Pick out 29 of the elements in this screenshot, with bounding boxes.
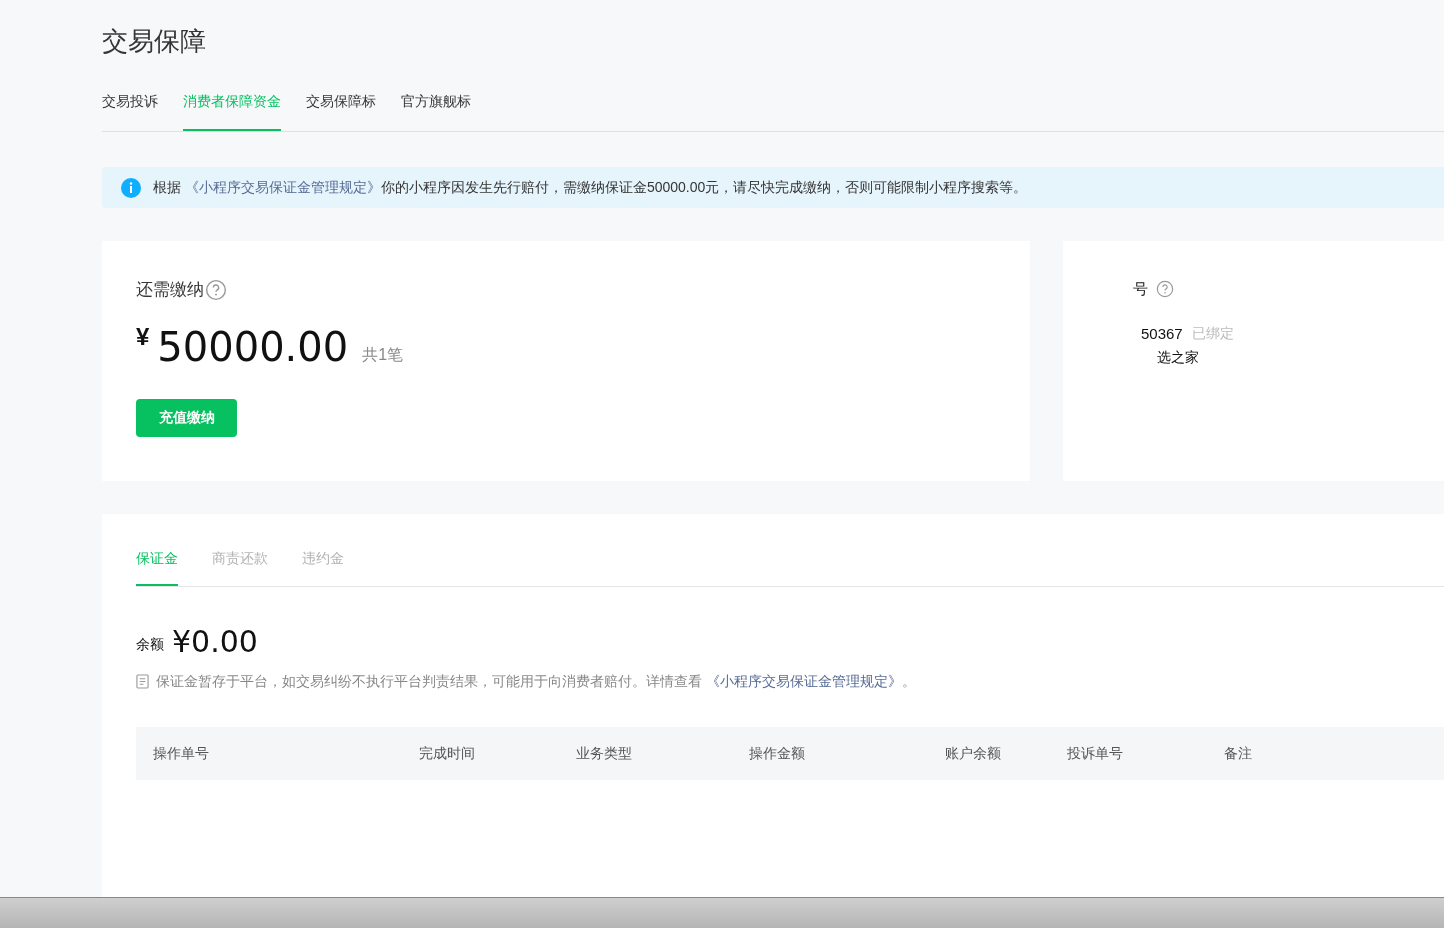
column-header: 投诉单号 [1067,744,1124,763]
column-header: 业务类型 [576,744,633,763]
document-icon [136,674,149,689]
tab[interactable]: 交易投诉 [102,91,158,131]
rules-link[interactable]: 《小程序交易保证金管理规定》 [705,673,902,689]
help-icon[interactable] [1156,280,1174,299]
currency-symbol: ¥ [136,321,150,352]
column-header: 账户余额 [945,744,1002,763]
bind-status: 已绑定 [1191,324,1234,344]
deposit-note: 保证金暂存于平台，如交易纠纷不执行平台判责结果，可能用于向消费者赔付。详情查看 《小程序交易保证金管理规定》。 [156,672,916,691]
rules-link[interactable]: 《小程序交易保证金管理规定》 [184,179,381,195]
account-label: 号 [1133,279,1148,299]
balance-label: 余额 [136,635,164,654]
due-amount: 50000.00 [157,326,349,367]
column-header: 操作金额 [749,744,806,763]
account-number: 50367 [1141,323,1183,344]
tab[interactable]: 官方旗舰标 [401,91,471,131]
notice-text: 根据 《小程序交易保证金管理规定》你的小程序因发生先行赔付，需缴纳保证金50000.00元，请尽快完成缴纳，否则可能限制小程序搜索等。 [153,178,1028,197]
balance-amount: ¥0.00 [172,627,258,657]
column-header: 备注 [1224,744,1253,763]
column-header: 操作单号 [153,744,210,763]
tab[interactable]: 交易保障标 [306,91,376,131]
page-title: 交易保障 [102,25,206,58]
due-label: 还需缴纳 [136,279,204,301]
order-count: 共1笔 [362,344,404,365]
account-name: 选之家 [1156,348,1199,367]
column-header: 完成时间 [419,744,476,763]
help-icon[interactable] [205,278,227,301]
info-icon [121,177,141,198]
